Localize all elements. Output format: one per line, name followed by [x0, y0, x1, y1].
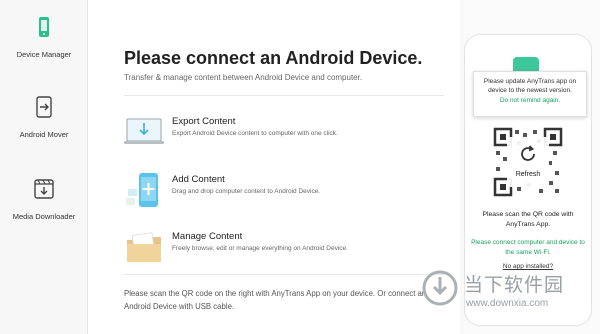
- do-not-remind-link[interactable]: Do not remind again.: [474, 97, 586, 104]
- export-content-option[interactable]: Export Content Export Android Device con…: [124, 113, 444, 153]
- feature-description: Drag and drop computer content to Androi…: [172, 188, 321, 195]
- watermark-text: 当下软件园: [464, 275, 565, 296]
- feature-name: Export Content: [172, 116, 236, 127]
- add-content-option[interactable]: Add Content Drag and drop computer conte…: [124, 171, 444, 211]
- qr-code[interactable]: Refresh: [493, 127, 563, 197]
- sidebar: Device Manager Android Mover Media Downl…: [0, 0, 88, 334]
- sidebar-item-label: Android Mover: [19, 130, 69, 139]
- page-title: Please connect an Android Device.: [124, 48, 423, 68]
- phone-icon: [39, 17, 49, 37]
- watermark-url: www.downxia.com: [466, 298, 549, 309]
- download-icon: [34, 179, 54, 199]
- update-popup: Please update AnyTrans app on device to …: [473, 71, 587, 117]
- refresh-label: Refresh: [515, 171, 541, 178]
- watermark: 当下软件园 www.downxia.com: [420, 268, 600, 330]
- laptop-export-icon: [124, 118, 164, 144]
- feature-name: Manage Content: [172, 231, 243, 242]
- feature-description: Export Android Device content to compute…: [172, 130, 338, 137]
- feature-name: Add Content: [172, 174, 225, 185]
- watermark-logo-icon: [422, 270, 458, 306]
- wifi-instructions: Please connect computer and device to th…: [471, 239, 585, 256]
- sidebar-item-label: Media Downloader: [12, 212, 76, 221]
- popup-message: Please update AnyTrans app on device to …: [483, 78, 577, 94]
- feature-description: Freely browse, edit or manage everything…: [172, 245, 348, 252]
- phone-add-icon: [126, 173, 158, 207]
- divider: [124, 274, 444, 275]
- sidebar-item-android-mover[interactable]: Android Mover: [0, 96, 88, 142]
- divider: [124, 95, 444, 96]
- mover-icon: [36, 96, 52, 118]
- sidebar-item-label: Device Manager: [16, 50, 72, 59]
- refresh-button[interactable]: Refresh: [507, 137, 549, 187]
- folder-icon: [127, 232, 161, 262]
- popup-tab: [513, 57, 539, 71]
- refresh-icon: [521, 145, 535, 161]
- manage-content-option[interactable]: Manage Content Freely browse, edit or ma…: [124, 228, 444, 268]
- connection-instructions: Please scan the QR code on the right wit…: [124, 289, 427, 311]
- page-subtitle: Transfer & manage content between Androi…: [124, 73, 363, 82]
- sidebar-item-device-manager[interactable]: Device Manager: [0, 16, 88, 62]
- scan-instructions: Please scan the QR code with AnyTrans Ap…: [482, 211, 574, 228]
- sidebar-item-media-downloader[interactable]: Media Downloader: [0, 178, 88, 224]
- main-content: Please connect an Android Device. Transf…: [88, 0, 460, 334]
